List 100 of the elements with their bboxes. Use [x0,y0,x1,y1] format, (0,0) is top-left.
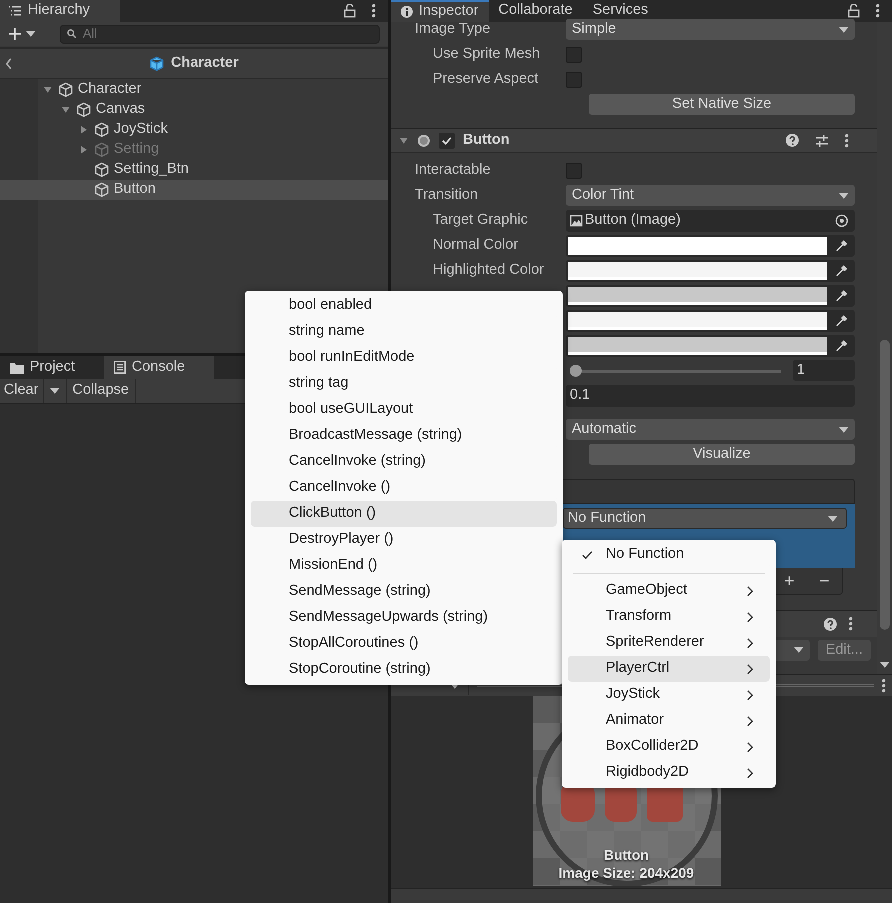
field-label: Target Graphic [433,212,528,228]
cube-icon [149,56,166,72]
clear-button[interactable]: Clear [0,379,44,403]
field-label: Preserve Aspect [433,70,539,87]
chevron-right-icon [747,612,754,622]
field-label: Normal Color [433,236,518,253]
create-button[interactable] [8,27,36,41]
chevron-right-icon [747,716,754,726]
prefab-title: Character [171,54,239,73]
remove-button[interactable]: − [819,572,830,590]
expanded-arrow-icon[interactable] [399,136,409,146]
target-icon[interactable] [835,214,849,228]
cube-icon [76,102,92,118]
field-label: Transition [415,186,478,203]
dropdown[interactable]: Automatic [566,419,855,440]
inspector-button[interactable]: Visualize [589,444,855,465]
eyedropper-icon[interactable] [835,238,849,252]
lock-icon[interactable] [344,4,356,18]
inspector-tab[interactable]: Services [582,0,658,22]
info-icon [401,6,413,18]
lock-icon[interactable] [848,4,860,18]
hierarchy-item[interactable]: Button [0,180,388,200]
hierarchy-item[interactable]: Setting_Btn [0,160,388,180]
checkbox[interactable] [566,46,582,62]
more-icon[interactable] [882,678,886,692]
checkbox[interactable] [566,72,582,88]
color-swatch[interactable] [568,336,827,354]
plus-icon [8,27,22,41]
panel-tab[interactable]: Project [0,356,104,379]
more-icon[interactable] [845,134,849,148]
caret-icon [828,516,838,522]
chevron-right-icon [747,768,754,778]
checkbox[interactable] [566,162,582,178]
help-icon[interactable] [786,134,799,147]
cube-icon [94,122,110,138]
preview-name: Button [604,846,650,864]
cube-icon [58,82,74,98]
list-icon [8,5,22,17]
more-icon[interactable] [849,617,853,631]
chevron-right-icon [747,638,754,648]
help-icon[interactable] [824,618,837,630]
search-icon [67,29,79,39]
cube-icon [94,142,110,158]
more-icon[interactable] [876,4,880,18]
hierarchy-item[interactable]: Canvas [0,100,388,120]
field-label: Use Sprite Mesh [433,46,540,62]
caret-icon [839,426,849,432]
check-icon [582,550,592,560]
caret-icon [839,192,849,198]
slider-thumb[interactable] [570,364,582,376]
scrollbar-thumb[interactable] [880,340,890,630]
dropdown[interactable]: Simple [566,19,855,40]
image-icon [570,214,583,226]
back-icon[interactable] [5,58,13,70]
chevron-right-icon [747,664,754,674]
hierarchy-item[interactable]: Character [0,80,388,100]
button-component-icon [417,134,431,148]
menu-item[interactable]: PlayerCtrl [568,656,770,682]
inspector-tab[interactable]: Inspector [391,0,489,22]
menu-item[interactable]: ClickButton () [251,501,557,527]
cube-icon [94,182,110,198]
presets-icon[interactable] [815,134,829,148]
color-swatch[interactable] [568,312,827,330]
color-swatch[interactable] [568,286,827,304]
dropdown[interactable]: Color Tint [566,185,855,206]
chevron-right-icon [747,742,754,752]
inspector-button[interactable]: Set Native Size [589,94,855,115]
object-field[interactable]: Button (Image) [566,210,855,232]
enabled-checkbox[interactable] [439,132,455,148]
caret-icon [794,647,804,653]
eyedropper-icon[interactable] [835,314,849,328]
cube-icon [94,162,110,178]
check-icon [442,136,452,146]
number-field[interactable]: 1 [793,360,855,381]
eyedropper-icon[interactable] [835,338,849,352]
slider-track[interactable] [570,364,781,376]
more-icon[interactable] [372,4,376,18]
caret-icon [26,31,36,37]
caret-icon [50,388,60,394]
inspector-tab[interactable]: Collaborate [488,0,583,22]
caret-icon [839,26,849,32]
hierarchy-tab[interactable]: Hierarchy [0,0,120,22]
component-title: Button [463,130,511,150]
eyedropper-icon[interactable] [835,264,849,278]
chevron-right-icon [747,586,754,596]
color-swatch[interactable] [568,236,827,254]
console-icon [114,361,126,374]
chevron-right-icon [747,690,754,700]
number-field[interactable]: 0.1 [566,384,855,406]
panel-tab[interactable]: Console [104,356,214,379]
field-label: Image Type [415,20,491,37]
collapse-button[interactable]: Collapse [66,379,136,403]
field-label: Highlighted Color [433,262,544,278]
color-swatch[interactable] [568,262,827,280]
function-dropdown[interactable]: No Function [563,508,847,529]
add-button[interactable]: + [784,572,795,590]
image-size-text: Image Size: 204x209 [558,864,694,882]
eyedropper-icon[interactable] [835,288,849,302]
caret-icon [880,662,890,668]
hierarchy-item[interactable]: JoyStick [0,120,388,140]
